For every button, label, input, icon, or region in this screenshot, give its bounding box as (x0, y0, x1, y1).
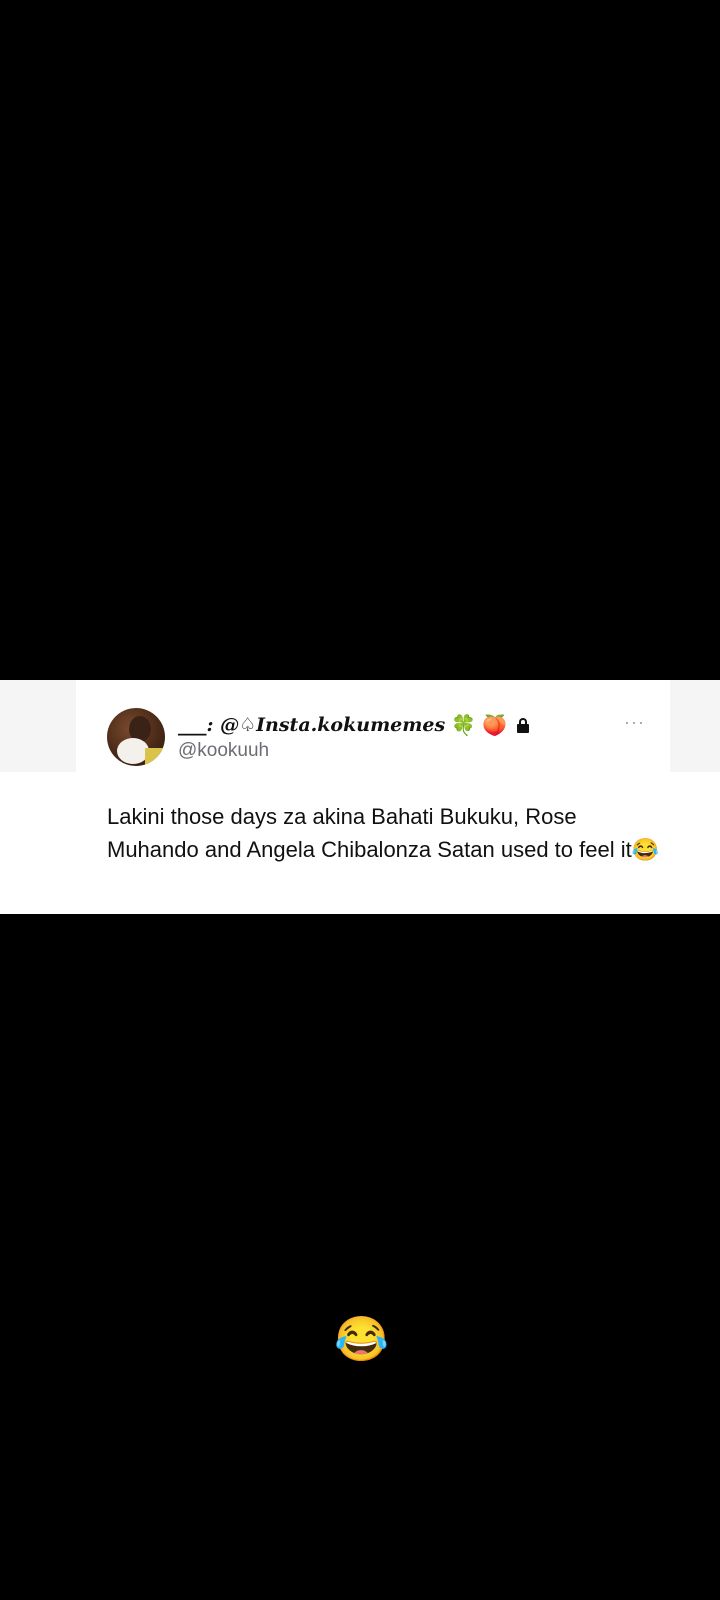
user-handle[interactable]: @kookuuh (178, 740, 269, 762)
clover-emoji: 🍀 (451, 713, 477, 737)
display-name[interactable]: ___: @♤Insta.kokumemes (178, 714, 445, 736)
avatar-shirt (145, 748, 165, 766)
laughing-emoji: 😂 (334, 1315, 389, 1364)
card-edge-left (0, 680, 76, 772)
lock-icon (516, 718, 529, 733)
more-options-icon[interactable]: ··· (624, 712, 645, 733)
avatar[interactable] (107, 708, 165, 766)
tweet-text: Lakini those days za akina Bahati Bukuku… (107, 804, 660, 862)
display-name-line[interactable]: ___: @♤Insta.kokumemes 🍀 🍑 (178, 713, 529, 737)
card-edge-right (670, 680, 720, 772)
peach-emoji: 🍑 (482, 713, 507, 737)
